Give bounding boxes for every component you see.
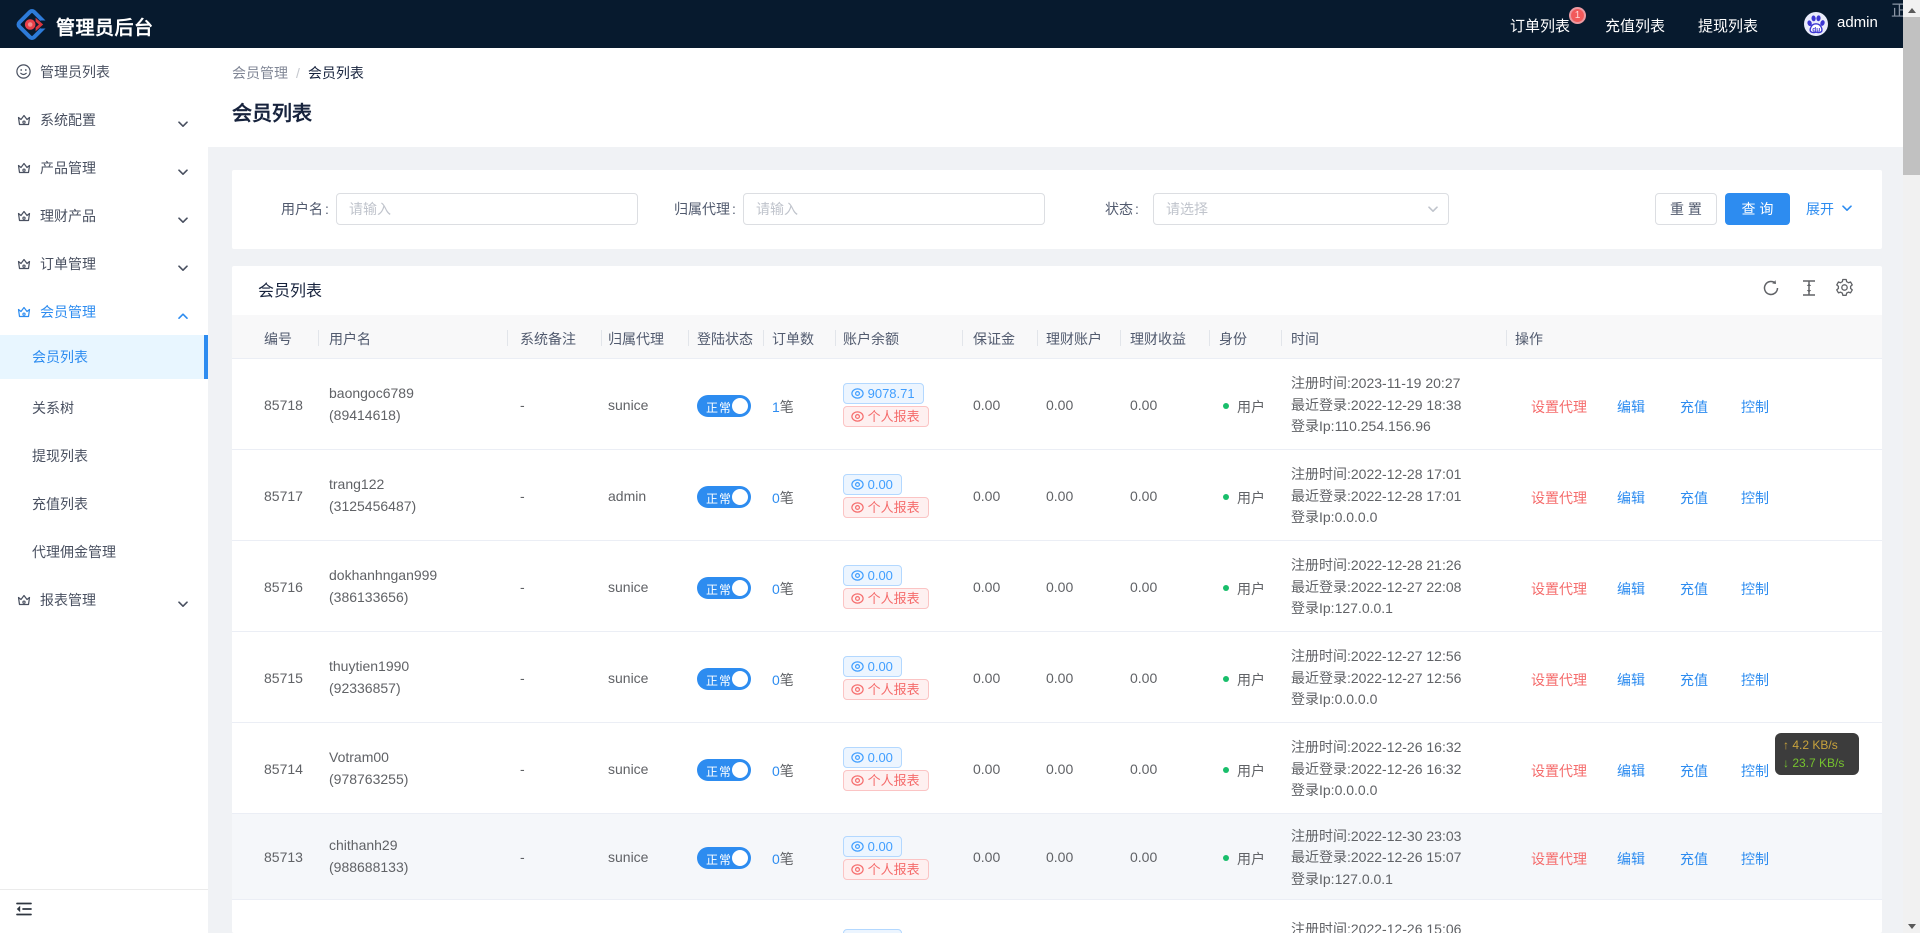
svg-text:du: du [1812, 26, 1820, 33]
